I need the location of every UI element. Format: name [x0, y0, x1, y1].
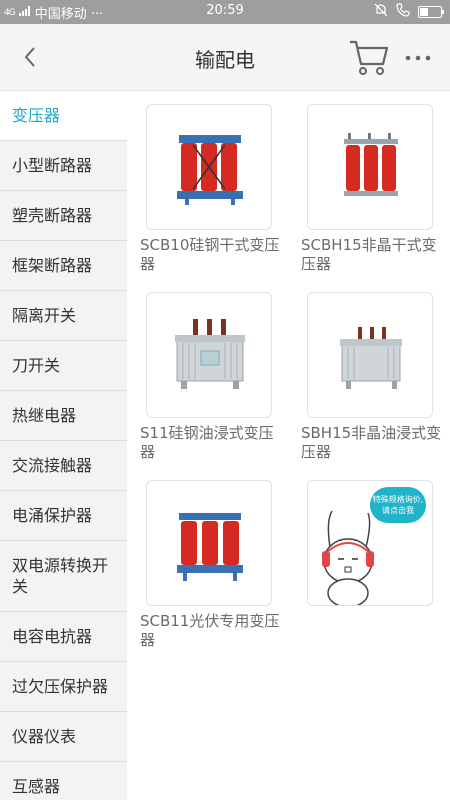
- product-name[interactable]: S11硅钢油浸式变压器: [140, 424, 288, 462]
- sidebar-item-label: 交流接触器: [12, 456, 93, 475]
- sidebar-item-mcb[interactable]: 小型断路器: [0, 141, 127, 191]
- pv-transformer-image[interactable]: [146, 480, 272, 606]
- sidebar-item-label: 热继电器: [12, 406, 77, 425]
- sidebar-item-meters[interactable]: 仪器仪表: [0, 712, 127, 762]
- sidebar-item-label: 小型断路器: [12, 156, 93, 175]
- product-name[interactable]: SCB11光伏专用变压器: [140, 612, 288, 650]
- product-name[interactable]: SCB10硅钢干式变压器: [140, 236, 288, 274]
- product-name[interactable]: SBH15非晶油浸式变压器: [301, 424, 449, 462]
- status-bar: 4G 中国移动 ··· 20:59: [0, 0, 450, 24]
- sidebar-item-knife-switch[interactable]: 刀开关: [0, 341, 127, 391]
- sidebar-item-mccb[interactable]: 塑壳断路器: [0, 191, 127, 241]
- more-options-icon[interactable]: [404, 48, 432, 68]
- sidebar-item-label: 双电源转换开关: [12, 556, 109, 596]
- sidebar-item-label: 隔离开关: [12, 306, 77, 325]
- product-name[interactable]: SCBH15非晶干式变压器: [301, 236, 449, 274]
- dry-transformer-image[interactable]: [146, 104, 272, 230]
- status-right: [374, 3, 444, 21]
- sidebar-item-label: 刀开关: [12, 356, 61, 375]
- sidebar-item-acb[interactable]: 框架断路器: [0, 241, 127, 291]
- bell-off-icon: [374, 3, 388, 21]
- amorphous-oil-transformer-image[interactable]: [307, 292, 433, 418]
- sidebar-item-label: 塑壳断路器: [12, 206, 93, 225]
- call-icon: [396, 3, 410, 21]
- category-sidebar: 变压器 小型断路器 塑壳断路器 框架断路器 隔离开关 刀开关 热继电器 交流接触…: [0, 91, 127, 800]
- amorphous-dry-transformer-image[interactable]: [307, 104, 433, 230]
- sidebar-item-thermal-relay[interactable]: 热继电器: [0, 391, 127, 441]
- cart-icon[interactable]: [348, 38, 390, 78]
- sidebar-item-capacitor-reactor[interactable]: 电容电抗器: [0, 612, 127, 662]
- battery-icon: [418, 6, 444, 18]
- sidebar-item-contactor[interactable]: 交流接触器: [0, 441, 127, 491]
- sidebar-item-voltage-protector[interactable]: 过欠压保护器: [0, 662, 127, 712]
- rabbit-mascot-image[interactable]: 特殊规格询价,请点击我: [307, 480, 433, 606]
- oil-transformer-image[interactable]: [146, 292, 272, 418]
- sidebar-item-label: 仪器仪表: [12, 727, 77, 746]
- sidebar-item-current-transformer[interactable]: 互感器: [0, 762, 127, 800]
- header-bar: 输配电: [0, 24, 450, 91]
- sidebar-item-label: 电容电抗器: [12, 627, 93, 646]
- sidebar-item-isolator[interactable]: 隔离开关: [0, 291, 127, 341]
- sidebar-item-label: 框架断路器: [12, 256, 93, 275]
- sidebar-item-label: 电涌保护器: [12, 506, 93, 525]
- sidebar-item-label: 过欠压保护器: [12, 677, 109, 696]
- sidebar-item-ats[interactable]: 双电源转换开关: [0, 541, 127, 612]
- sidebar-item-label: 互感器: [12, 777, 61, 796]
- sidebar-item-transformer[interactable]: 变压器: [0, 91, 127, 141]
- inquiry-bubble[interactable]: 特殊规格询价,请点击我: [370, 487, 426, 523]
- sidebar-item-surge-protector[interactable]: 电涌保护器: [0, 491, 127, 541]
- sidebar-item-label: 变压器: [12, 106, 61, 125]
